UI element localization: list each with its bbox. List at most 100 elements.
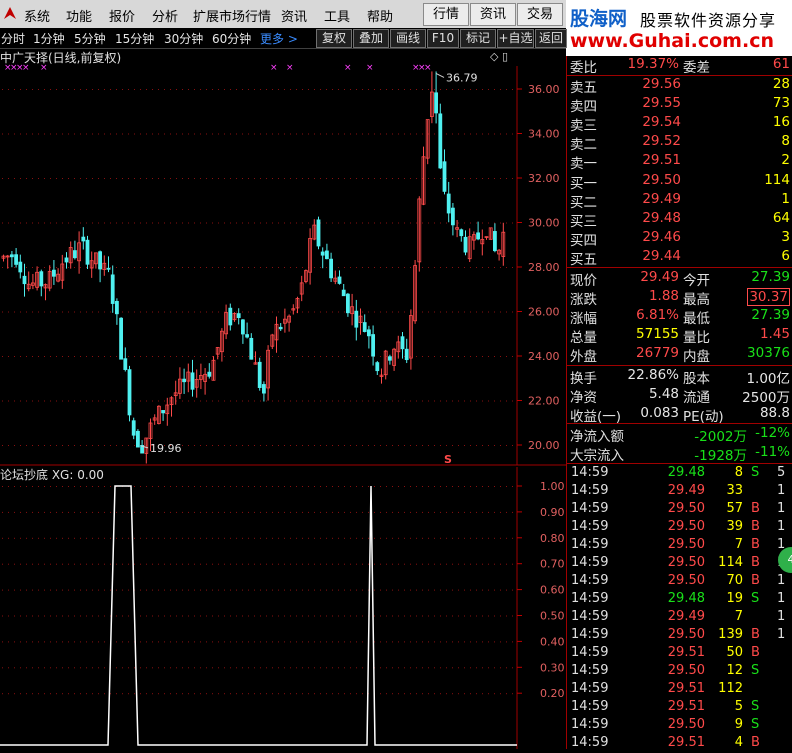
indicator-tick-label: 0.80 <box>540 532 565 545</box>
tick-volume: 19 <box>726 591 743 606</box>
menu-extended-market[interactable]: 扩展市场行情 <box>193 6 271 25</box>
sell-level-row[interactable]: 卖一 29.51 2 <box>567 152 792 172</box>
period-1min[interactable]: 1分钟 <box>33 30 65 47</box>
signal-marker: × <box>270 63 278 73</box>
chart-title: 中广天择(日线,前复权) <box>0 51 122 65</box>
quote-label: 涨幅 <box>570 311 597 327</box>
menu-quote[interactable]: 报价 <box>109 6 135 25</box>
tick-direction: S <box>751 717 760 732</box>
indicator-tick-label: 0.50 <box>540 610 565 623</box>
indicator-title: 论坛抄底 XG: 0.00 <box>0 468 104 482</box>
candle-body <box>115 300 119 315</box>
buy-level-row[interactable]: 买一 29.50 114 <box>567 172 792 192</box>
quote-label: 今开 <box>683 273 710 289</box>
tick-count: 1 <box>777 483 786 498</box>
tick-time: 14:59 <box>571 555 609 570</box>
period-more[interactable]: 更多 > <box>260 30 298 47</box>
tick-direction: B <box>751 645 760 660</box>
level-price: 29.46 <box>642 229 681 245</box>
period-toolbar: 分时 1分钟 5分钟 15分钟 30分钟 60分钟 更多 > 复权 叠加 画线 … <box>0 28 567 49</box>
price-tick-label: 24.00 <box>528 350 560 363</box>
mark-button[interactable]: 标记 <box>460 29 496 48</box>
indicator-tick-label: 0.70 <box>540 558 565 571</box>
candle-body <box>135 430 140 448</box>
stat-value: 88.8 <box>759 405 790 421</box>
candle-body <box>442 161 447 192</box>
candle-body <box>476 232 481 240</box>
level-label: 买五 <box>570 252 597 268</box>
period-60min[interactable]: 60分钟 <box>212 30 251 47</box>
draw-button[interactable]: 画线 <box>390 29 426 48</box>
tick-volume: 139 <box>718 627 743 642</box>
sell-level-row[interactable]: 卖五 29.56 28 <box>567 76 792 96</box>
menu-tools[interactable]: 工具 <box>324 6 350 25</box>
sell-level-row[interactable]: 卖二 29.52 8 <box>567 133 792 153</box>
buy-level-row[interactable]: 买三 29.48 64 <box>567 210 792 230</box>
signal-marker: × <box>286 63 294 73</box>
overlay-button[interactable]: 叠加 <box>353 29 389 48</box>
tick-volume: 9 <box>734 717 743 732</box>
indicator-tick-label: 0.40 <box>540 635 565 648</box>
tab-trade[interactable]: 交易 <box>517 3 563 26</box>
tick-volume: 5 <box>734 699 743 714</box>
tick-price: 29.48 <box>667 591 705 606</box>
buy-level-row[interactable]: 买四 29.46 3 <box>567 229 792 249</box>
level-volume: 1 <box>781 191 790 207</box>
tick-row: 14:59 29.50 57 B 1 <box>567 501 792 519</box>
signal-marker: × <box>424 63 432 73</box>
kline-chart[interactable]: ×××× × × × × × ×××36.7919.96S 1.000.900.800.70… <box>0 48 566 749</box>
tick-row: 14:59 29.49 7 1 <box>567 609 792 627</box>
period-15min[interactable]: 15分钟 <box>115 30 154 47</box>
candle-body <box>345 293 350 314</box>
candle-body <box>98 251 102 270</box>
level-volume: 114 <box>764 172 790 188</box>
period-30min[interactable]: 30分钟 <box>164 30 203 47</box>
tick-time: 14:59 <box>571 627 609 642</box>
buy-level-row[interactable]: 买五 29.44 6 <box>567 248 792 268</box>
tick-time: 14:59 <box>571 537 609 552</box>
tab-info[interactable]: 资讯 <box>470 3 516 26</box>
candle-body <box>463 236 468 253</box>
tick-time: 14:59 <box>571 663 609 678</box>
menu-help[interactable]: 帮助 <box>367 6 393 25</box>
stat-label: 股本 <box>683 371 710 387</box>
tick-row: 14:59 29.51 4 B <box>567 735 792 753</box>
sell-level-row[interactable]: 卖四 29.55 73 <box>567 95 792 115</box>
menu-function[interactable]: 功能 <box>66 6 92 25</box>
candle-body <box>261 384 266 394</box>
level-label: 卖二 <box>570 137 597 153</box>
period-5min[interactable]: 5分钟 <box>74 30 106 47</box>
tick-row: 14:59 29.50 9 S <box>567 717 792 735</box>
menu-news[interactable]: 资讯 <box>281 6 307 25</box>
stat-label: PE(动) <box>683 409 724 425</box>
stat-label: 换手 <box>570 371 597 387</box>
candle-body <box>400 336 405 350</box>
menu-system[interactable]: 系统 <box>24 6 50 25</box>
add-watchlist-button[interactable]: +自选 <box>497 29 534 48</box>
level-label: 卖三 <box>570 118 597 134</box>
candle-body <box>371 334 376 357</box>
tick-volume: 70 <box>726 573 743 588</box>
level-volume: 6 <box>781 248 790 264</box>
sell-level-row[interactable]: 卖三 29.54 16 <box>567 114 792 134</box>
tick-count: 1 <box>777 573 786 588</box>
tick-direction: B <box>751 627 760 642</box>
f10-button[interactable]: F10 <box>427 29 459 48</box>
back-button[interactable]: 返回 <box>535 29 567 48</box>
committee-diff-label: 委差 <box>683 60 710 76</box>
price-tick-label: 30.00 <box>528 217 560 230</box>
tick-time: 14:59 <box>571 609 609 624</box>
tick-time: 14:59 <box>571 591 609 606</box>
candle-body <box>366 329 371 337</box>
menu-analysis[interactable]: 分析 <box>152 6 178 25</box>
adjust-button[interactable]: 复权 <box>316 29 352 48</box>
buy-level-row[interactable]: 买二 29.49 1 <box>567 191 792 211</box>
quote-label: 最高 <box>683 292 710 308</box>
chart-window-icons[interactable]: ◇ ▯ <box>490 50 508 63</box>
quote-value: 57155 <box>636 326 679 342</box>
price-tick-label: 20.00 <box>528 439 560 452</box>
tab-market[interactable]: 行情 <box>423 3 469 26</box>
indicator-tick-label: 1.00 <box>540 480 565 493</box>
period-intraday[interactable]: 分时 <box>1 30 25 47</box>
candle-body <box>434 92 439 114</box>
